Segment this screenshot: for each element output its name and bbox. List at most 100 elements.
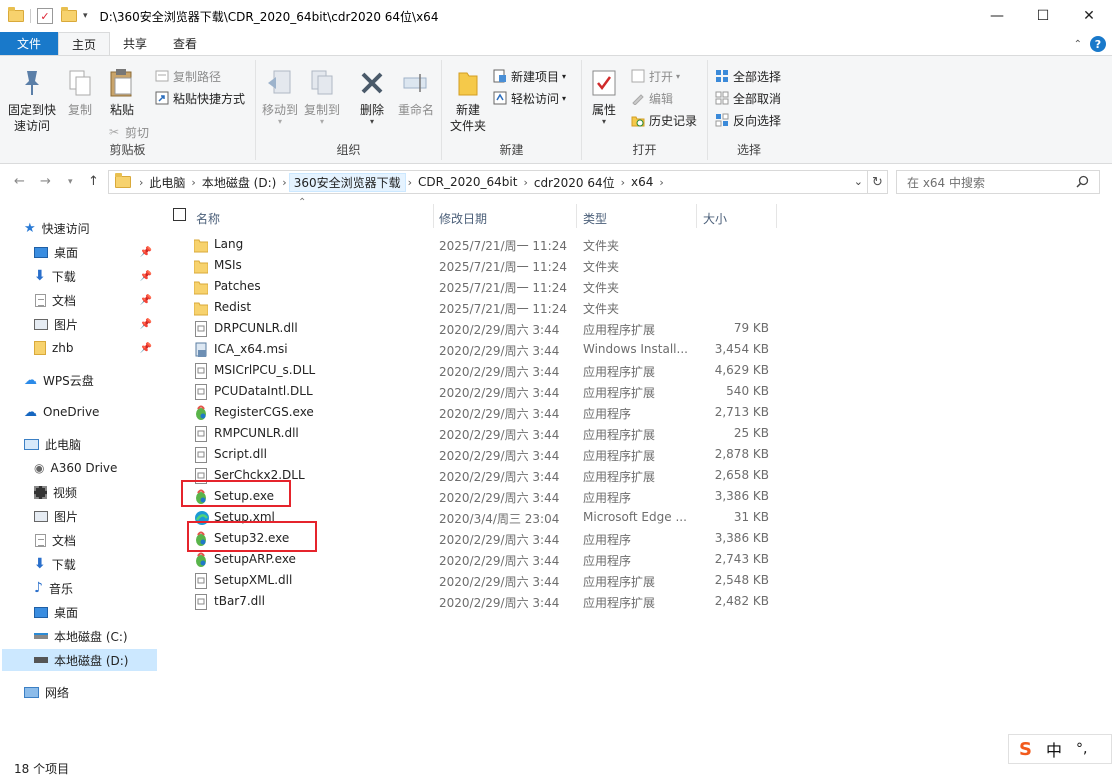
nav-a360-drive[interactable]: ◉ A360 Drive bbox=[34, 457, 117, 479]
nav-quick-access[interactable]: ★ 快速访问 bbox=[24, 217, 90, 239]
cut-button[interactable]: ✂ 剪切 bbox=[106, 122, 149, 142]
ime-punctuation-toggle[interactable]: °, bbox=[1076, 741, 1087, 757]
breadcrumb-360-downloads[interactable]: 360安全浏览器下载 bbox=[288, 172, 406, 192]
search-icon[interactable] bbox=[1076, 175, 1089, 191]
invert-selection-button[interactable]: 反向选择 bbox=[714, 110, 781, 130]
column-header-type[interactable]: 类型 bbox=[583, 206, 607, 230]
pin-to-quick-access-button[interactable]: 固定到快 速访问 bbox=[4, 68, 60, 134]
file-row[interactable]: PCUDataIntl.DLL 2020/2/29/周六 3:44 应用程序扩展 54… bbox=[190, 381, 790, 402]
select-all-checkbox[interactable] bbox=[173, 208, 186, 221]
nav-network[interactable]: 网络 bbox=[24, 681, 69, 703]
column-header-date[interactable]: 修改日期 bbox=[439, 206, 487, 230]
rename-button[interactable]: 重命名 bbox=[394, 68, 438, 118]
new-item-button[interactable]: 新建项目 ▾ bbox=[492, 66, 566, 86]
forward-arrow-icon[interactable]: → bbox=[40, 174, 51, 189]
recent-locations-icon[interactable]: ▾ bbox=[68, 177, 73, 187]
breadcrumb-this-pc[interactable]: 此电脑 bbox=[145, 174, 189, 191]
nav-quick-desktop[interactable]: 桌面 📌 bbox=[34, 241, 158, 263]
breadcrumb-cdr2020-64[interactable]: cdr2020 64位 bbox=[530, 174, 619, 191]
minimize-button[interactable]: — bbox=[974, 0, 1020, 32]
file-row[interactable]: MSICrlPCU_s.DLL 2020/2/29/周六 3:44 应用程序扩展 4,… bbox=[190, 360, 790, 381]
file-row[interactable]: SetupXML.dll 2020/2/29/周六 3:44 应用程序扩展 2,548… bbox=[190, 570, 790, 591]
document-icon bbox=[35, 533, 46, 547]
item-count: 18 个项目 bbox=[14, 762, 70, 776]
file-row[interactable]: MSIs 2025/7/21/周一 11:24 文件夹 bbox=[190, 255, 790, 276]
back-arrow-icon[interactable]: ← bbox=[14, 174, 25, 189]
column-header-name[interactable]: 名称 bbox=[196, 206, 220, 230]
breadcrumb-cdr-2020[interactable]: CDR_2020_64bit bbox=[414, 175, 521, 189]
copy-to-button[interactable]: 复制到 ▾ bbox=[302, 68, 342, 126]
file-row[interactable]: SetupARP.exe 2020/2/29/周六 3:44 应用程序 2,743 K… bbox=[190, 549, 790, 570]
properties-label: 属性 bbox=[591, 103, 616, 117]
breadcrumb-drive-d[interactable]: 本地磁盘 (D:) bbox=[198, 174, 280, 191]
easy-access-button[interactable]: 轻松访问 ▾ bbox=[492, 88, 566, 108]
file-row[interactable]: Patches 2025/7/21/周一 11:24 文件夹 bbox=[190, 276, 790, 297]
file-row[interactable]: RMPCUNLR.dll 2020/2/29/周六 3:44 应用程序扩展 25 KB bbox=[190, 423, 790, 444]
select-none-button[interactable]: 全部取消 bbox=[714, 88, 781, 108]
nav-videos[interactable]: 视频 bbox=[34, 481, 77, 503]
new-folder-quick-icon[interactable] bbox=[61, 7, 77, 22]
nav-downloads[interactable]: ⬇ 下载 bbox=[34, 553, 76, 575]
search-input[interactable]: 在 x64 中搜索 bbox=[896, 170, 1100, 194]
up-arrow-icon[interactable]: ↑ bbox=[88, 174, 99, 189]
close-button[interactable]: ✕ bbox=[1066, 0, 1112, 32]
quick-access-dropdown-icon[interactable]: ▾ bbox=[83, 11, 88, 21]
file-row[interactable]: DRPCUNLR.dll 2020/2/29/周六 3:44 应用程序扩展 79 KB bbox=[190, 318, 790, 339]
file-name: tBar7.dll bbox=[214, 594, 265, 608]
file-row[interactable]: tBar7.dll 2020/2/29/周六 3:44 应用程序扩展 2,482 KB bbox=[190, 591, 790, 612]
file-row[interactable]: Redist 2025/7/21/周一 11:24 文件夹 bbox=[190, 297, 790, 318]
nav-wps-cloud[interactable]: ☁ WPS云盘 bbox=[24, 369, 94, 391]
tab-view[interactable]: 查看 bbox=[160, 32, 210, 55]
tab-share[interactable]: 共享 bbox=[110, 32, 160, 55]
nav-onedrive[interactable]: ☁ OneDrive bbox=[24, 401, 99, 423]
nav-quick-zhb[interactable]: zhb 📌 bbox=[34, 337, 158, 359]
file-row[interactable]: Script.dll 2020/2/29/周六 3:44 应用程序扩展 2,878 K… bbox=[190, 444, 790, 465]
history-button[interactable]: 历史记录 bbox=[630, 110, 697, 130]
edit-button[interactable]: 编辑 bbox=[630, 88, 673, 108]
ime-mode-toggle[interactable]: 中 bbox=[1046, 737, 1062, 761]
nav-quick-pictures[interactable]: 图片 📌 bbox=[34, 313, 158, 335]
help-icon[interactable]: ? bbox=[1090, 36, 1106, 52]
nav-documents[interactable]: 文档 bbox=[34, 529, 76, 551]
breadcrumb-x64[interactable]: x64 bbox=[627, 175, 657, 189]
delete-button[interactable]: 删除 ▾ bbox=[354, 68, 390, 126]
address-bar[interactable]: › 此电脑 › 本地磁盘 (D:) › 360安全浏览器下载 › CDR_202… bbox=[108, 170, 868, 194]
properties-quick-icon[interactable]: ✓ bbox=[37, 8, 53, 24]
copy-path-button[interactable]: 复制路径 bbox=[154, 66, 221, 86]
file-row[interactable]: Lang 2025/7/21/周一 11:24 文件夹 bbox=[190, 234, 790, 255]
address-dropdown-icon[interactable]: ⌄ bbox=[854, 175, 863, 188]
nav-music[interactable]: ♪ 音乐 bbox=[34, 577, 73, 599]
file-type: 应用程序扩展 bbox=[583, 449, 656, 463]
copy-to-icon bbox=[307, 68, 337, 98]
properties-button[interactable]: 属性 ▾ bbox=[586, 68, 622, 126]
copy-button[interactable]: 复制 bbox=[62, 68, 98, 118]
column-header-size[interactable]: 大小 bbox=[703, 206, 727, 230]
open-button[interactable]: 打开 ▾ bbox=[630, 66, 680, 86]
computer-icon bbox=[24, 438, 39, 450]
collapse-ribbon-icon[interactable]: ⌃ bbox=[1074, 39, 1082, 50]
maximize-button[interactable]: ☐ bbox=[1020, 0, 1066, 32]
nav-desktop[interactable]: 桌面 bbox=[34, 601, 78, 623]
paste-button[interactable]: 粘贴 bbox=[104, 68, 140, 118]
nav-pictures[interactable]: 图片 bbox=[34, 505, 78, 527]
scissors-icon: ✂ bbox=[108, 125, 120, 139]
ime-toolbar[interactable]: S 中 °, bbox=[1008, 734, 1112, 764]
file-name: RMPCUNLR.dll bbox=[214, 426, 299, 440]
select-all-button[interactable]: 全部选择 bbox=[714, 66, 781, 86]
file-row[interactable]: ICA_x64.msi 2020/2/29/周六 3:44 Windows Inst… bbox=[190, 339, 790, 360]
nav-quick-downloads[interactable]: ⬇ 下载 📌 bbox=[34, 265, 158, 287]
tab-home[interactable]: 主页 bbox=[58, 32, 111, 55]
file-name: RegisterCGS.exe bbox=[214, 405, 314, 419]
nav-quick-documents[interactable]: 文档 📌 bbox=[34, 289, 158, 311]
nav-this-pc[interactable]: 此电脑 bbox=[24, 433, 81, 455]
new-folder-button[interactable]: 新建 文件夹 bbox=[446, 68, 490, 134]
move-to-button[interactable]: 移动到 ▾ bbox=[260, 68, 300, 126]
refresh-button[interactable]: ↻ bbox=[868, 170, 888, 194]
sogou-logo-icon[interactable]: S bbox=[1019, 739, 1032, 760]
file-row[interactable]: RegisterCGS.exe 2020/2/29/周六 3:44 应用程序 2,71… bbox=[190, 402, 790, 423]
nav-drive-c[interactable]: 本地磁盘 (C:) bbox=[34, 625, 128, 647]
tab-file[interactable]: 文件 bbox=[0, 32, 59, 55]
dll-file-icon bbox=[194, 363, 208, 379]
paste-shortcut-button[interactable]: 粘贴快捷方式 bbox=[154, 88, 245, 108]
nav-drive-d[interactable]: 本地磁盘 (D:) bbox=[2, 649, 157, 671]
